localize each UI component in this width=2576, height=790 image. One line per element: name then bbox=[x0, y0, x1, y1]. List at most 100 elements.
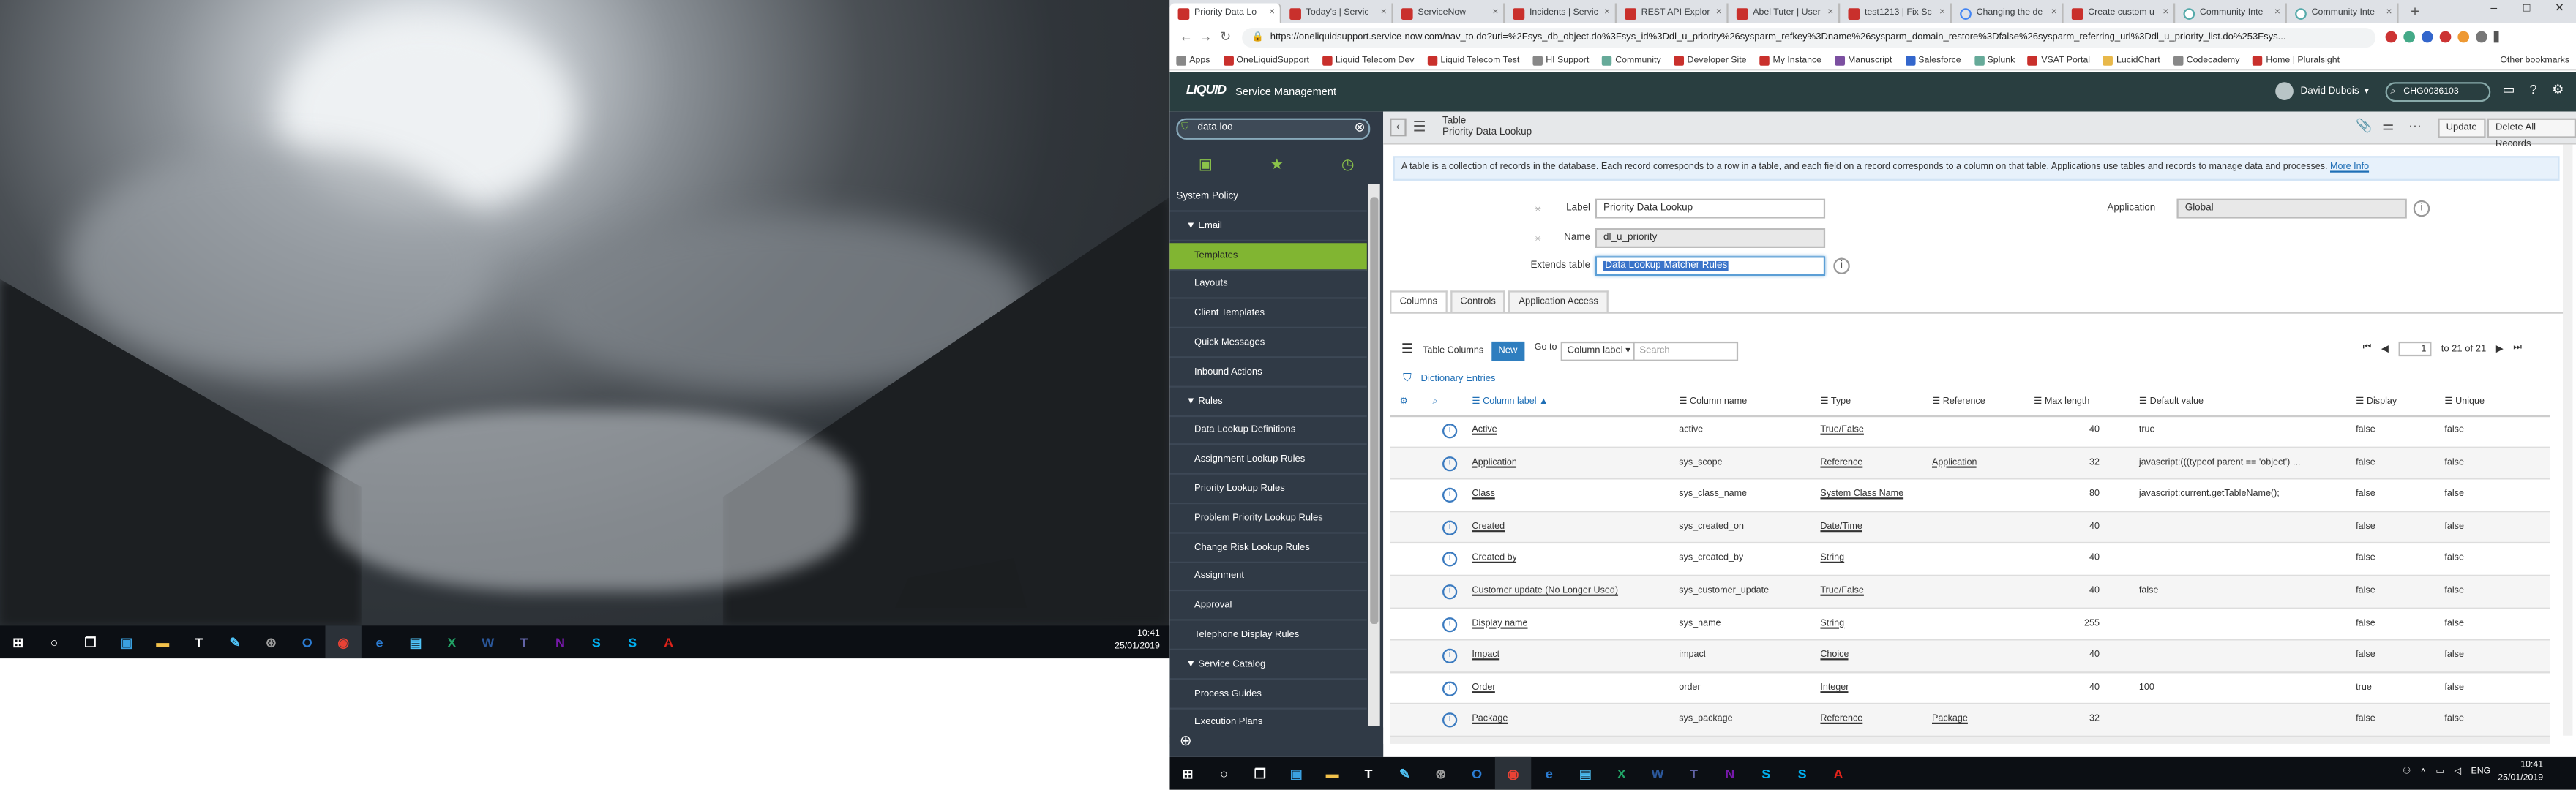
cell-label[interactable]: Package bbox=[1472, 715, 1508, 724]
column-header-name[interactable]: ☰ Column name bbox=[1679, 397, 1747, 407]
company-logo[interactable]: LIQUID bbox=[1186, 82, 1227, 102]
close-tab-icon[interactable]: × bbox=[2048, 8, 2057, 18]
last-page-icon[interactable]: ⏭ bbox=[2513, 343, 2522, 355]
word-icon[interactable]: W bbox=[1639, 757, 1675, 790]
cell-type[interactable]: Integer bbox=[1820, 682, 1849, 692]
nav-item[interactable]: Inbound Actions bbox=[1169, 359, 1367, 388]
help-icon[interactable]: ? bbox=[2525, 82, 2541, 97]
dictionary-entries-link[interactable]: Dictionary Entries bbox=[1421, 375, 1496, 384]
cell-reference[interactable]: Package bbox=[1932, 715, 1968, 724]
gear-icon[interactable]: ⚙ bbox=[2550, 82, 2566, 97]
outlook-icon[interactable]: O bbox=[1459, 757, 1494, 790]
cell-label[interactable]: Application bbox=[1472, 457, 1516, 467]
nav-item[interactable]: Templates bbox=[1169, 242, 1367, 271]
nav-item[interactable]: Assignment Lookup Rules bbox=[1169, 447, 1367, 475]
nav-item[interactable]: Approval bbox=[1169, 593, 1367, 621]
acrobat-icon[interactable]: A bbox=[1820, 757, 1856, 790]
nav-item[interactable]: System Policy bbox=[1169, 184, 1367, 212]
column-header-reference[interactable]: ☰ Reference bbox=[1932, 397, 1985, 407]
browser-tab[interactable]: Priority Data Lo × bbox=[1169, 3, 1282, 23]
outlook-icon[interactable]: O bbox=[289, 625, 325, 658]
bookmark-item[interactable]: Community bbox=[1602, 55, 1661, 65]
folder-icon[interactable]: ▬ bbox=[145, 625, 181, 658]
person-icon[interactable]: ⚇ bbox=[2403, 767, 2411, 776]
skype2-icon[interactable]: S bbox=[1784, 757, 1820, 790]
row-info-icon[interactable]: i bbox=[1442, 552, 1458, 568]
nav-item[interactable]: Data Lookup Definitions bbox=[1169, 418, 1367, 446]
new-tab-button[interactable]: + bbox=[2405, 3, 2425, 23]
first-page-icon[interactable]: ⏮ bbox=[2363, 343, 2372, 355]
extension-icon[interactable] bbox=[2439, 31, 2452, 43]
nav-item[interactable]: Assignment bbox=[1169, 564, 1367, 592]
application-field[interactable]: Global bbox=[2176, 198, 2407, 219]
bookmark-item[interactable]: VSAT Portal bbox=[2028, 55, 2090, 65]
main-scrollbar[interactable] bbox=[2563, 144, 2573, 736]
edge-icon[interactable]: e bbox=[1531, 757, 1567, 790]
nav-item[interactable]: ▼ Rules bbox=[1169, 388, 1367, 417]
cell-type[interactable]: String bbox=[1820, 554, 1844, 563]
reference-info-icon[interactable]: i bbox=[1833, 257, 1850, 274]
cell-type[interactable]: Reference bbox=[1820, 715, 1862, 724]
scrollbar-thumb[interactable] bbox=[1370, 197, 1379, 625]
bookmark-item[interactable]: Home | Pluralsight bbox=[2253, 55, 2340, 65]
bookmark-item[interactable]: Apps bbox=[1176, 55, 1210, 65]
cell-type[interactable]: Reference bbox=[1820, 457, 1862, 467]
tab-application-access[interactable]: Application Access bbox=[1508, 290, 1609, 312]
close-tab-icon[interactable]: × bbox=[1712, 8, 1722, 18]
extension-icon[interactable] bbox=[2403, 31, 2416, 43]
nav-item[interactable]: Priority Lookup Rules bbox=[1169, 476, 1367, 505]
browser-tab[interactable]: Community Inte × bbox=[2175, 3, 2287, 23]
close-tab-icon[interactable]: × bbox=[1601, 8, 1610, 18]
update-button[interactable]: Update bbox=[2438, 118, 2485, 138]
close-tab-icon[interactable]: × bbox=[1489, 8, 1498, 18]
cell-type[interactable]: True/False bbox=[1820, 425, 1864, 434]
row-info-icon[interactable]: i bbox=[1442, 424, 1458, 439]
cell-label[interactable]: Order bbox=[1472, 682, 1495, 692]
skype2-icon[interactable]: S bbox=[615, 625, 651, 658]
bookmark-item[interactable]: LucidChart bbox=[2103, 55, 2160, 65]
right-taskbar-clock[interactable]: 10:41 25/01/2019 bbox=[2498, 760, 2543, 785]
browser-tab[interactable]: test1213 | Fix Sc × bbox=[1840, 3, 1952, 23]
excel-icon[interactable]: X bbox=[434, 625, 470, 658]
task-view-icon[interactable]: ❐ bbox=[72, 625, 108, 658]
word-icon[interactable]: W bbox=[470, 625, 506, 658]
cell-label[interactable]: Created by bbox=[1472, 554, 1516, 563]
cell-type[interactable]: System Class Name bbox=[1820, 489, 1903, 499]
nav-item[interactable]: Layouts bbox=[1169, 271, 1367, 300]
personalize-list-gear-icon[interactable]: ⚙ bbox=[1400, 397, 1408, 407]
bookmark-item[interactable]: My Instance bbox=[1759, 55, 1821, 65]
column-header-default-value[interactable]: ☰ Default value bbox=[2139, 397, 2204, 407]
other-bookmarks[interactable]: Other bookmarks bbox=[2500, 55, 2569, 64]
close-window-button[interactable]: ✕ bbox=[2543, 0, 2576, 20]
user-menu[interactable]: David Dubois ▾ bbox=[2275, 82, 2369, 100]
back-icon[interactable]: ← bbox=[1176, 29, 1196, 44]
list-search-input[interactable]: Search bbox=[1633, 341, 1739, 361]
page-input[interactable]: 1 bbox=[2398, 341, 2432, 357]
edge-icon[interactable]: e bbox=[362, 625, 397, 658]
url-input[interactable]: 🔒 https://oneliquidsupport.service-now.c… bbox=[1242, 27, 2376, 47]
row-info-icon[interactable]: i bbox=[1442, 488, 1458, 503]
nav-item[interactable]: Client Templates bbox=[1169, 301, 1367, 329]
row-info-icon[interactable]: i bbox=[1442, 681, 1458, 696]
cortana-icon[interactable]: ○ bbox=[1206, 757, 1242, 790]
close-tab-icon[interactable]: × bbox=[1377, 8, 1387, 18]
back-button[interactable]: ‹ bbox=[1390, 118, 1407, 137]
cell-label[interactable]: Class bbox=[1472, 489, 1494, 499]
profile-icon[interactable] bbox=[2476, 31, 2487, 43]
tool-icon[interactable]: T bbox=[1350, 757, 1386, 790]
nav-item[interactable]: Telephone Display Rules bbox=[1169, 622, 1367, 650]
windows-start-icon[interactable]: ⊞ bbox=[0, 625, 36, 658]
teams-icon[interactable]: T bbox=[506, 625, 542, 658]
cell-label[interactable]: Display name bbox=[1472, 618, 1527, 628]
skype-icon[interactable]: S bbox=[578, 625, 614, 658]
cell-label[interactable]: Active bbox=[1472, 425, 1497, 434]
settings-sliders-icon[interactable]: ⚌ bbox=[2382, 118, 2394, 133]
browser-tab[interactable]: ServiceNow × bbox=[1393, 3, 1505, 23]
teams-icon[interactable]: T bbox=[1676, 757, 1712, 790]
cell-label[interactable]: Impact bbox=[1472, 650, 1499, 660]
cell-type[interactable]: True/False bbox=[1820, 586, 1864, 595]
cell-label[interactable]: Customer update (No Longer Used) bbox=[1472, 586, 1618, 595]
close-tab-icon[interactable]: × bbox=[2160, 8, 2168, 18]
close-tab-icon[interactable]: × bbox=[2272, 8, 2280, 18]
column-header-unique[interactable]: ☰ Unique bbox=[2444, 397, 2485, 407]
